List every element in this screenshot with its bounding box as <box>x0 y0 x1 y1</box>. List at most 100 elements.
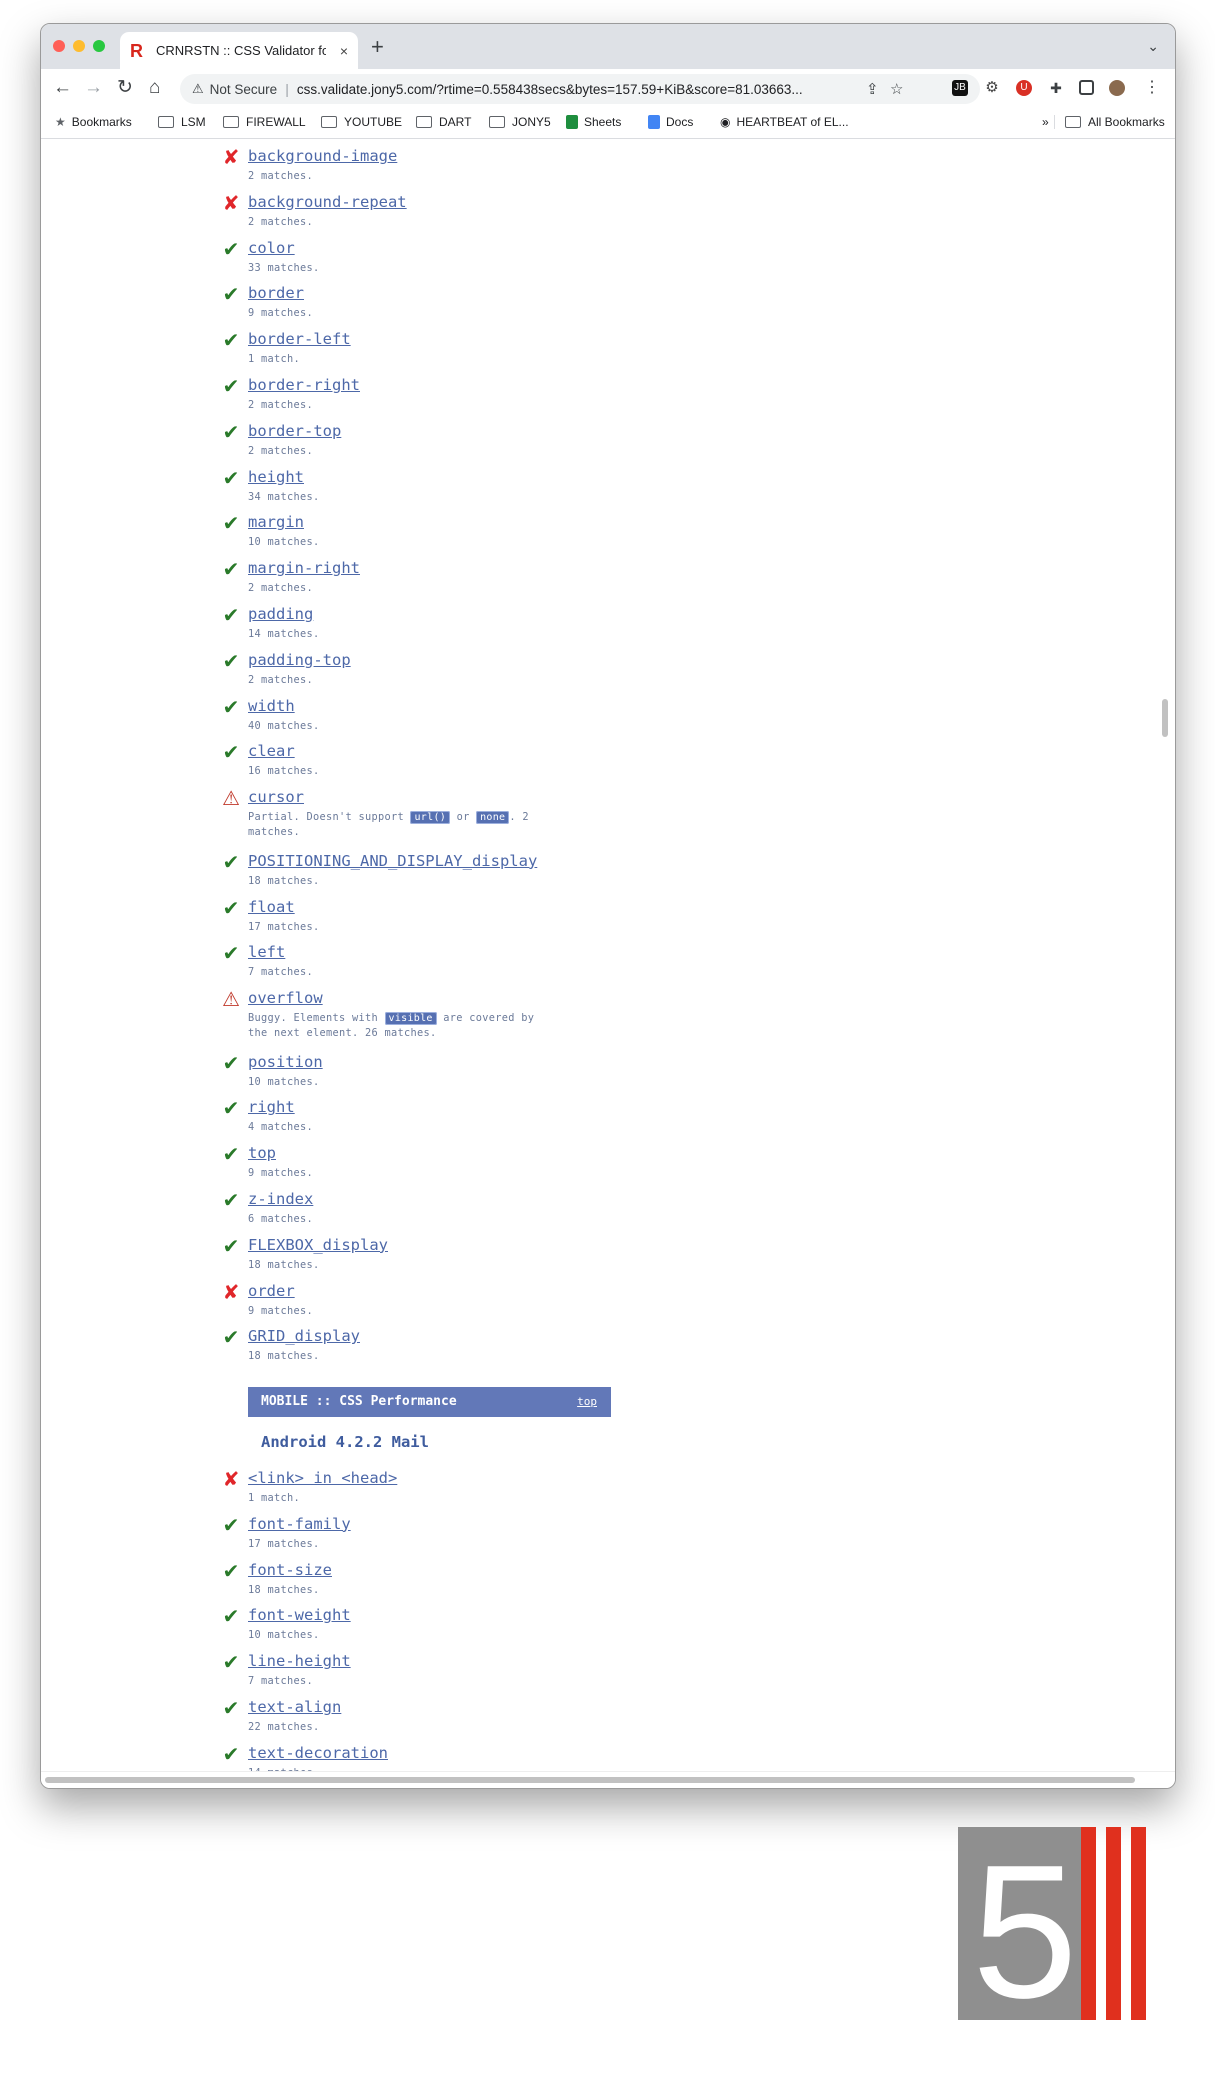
property-link[interactable]: overflow <box>248 989 323 1007</box>
bookmark-jony5[interactable]: JONY5 <box>489 115 551 129</box>
property-link[interactable]: position <box>248 1053 323 1071</box>
pass-check-icon: ✔ <box>222 1558 240 1583</box>
minimize-window-button[interactable] <box>73 40 85 52</box>
new-tab-button[interactable]: + <box>371 34 384 60</box>
property-link[interactable]: width <box>248 697 295 715</box>
fail-x-icon: ✘ <box>222 1467 240 1491</box>
match-count: 22 matches. <box>248 1721 320 1733</box>
back-icon[interactable]: ← <box>53 78 72 98</box>
share-icon[interactable]: ⇪ <box>866 80 879 98</box>
property-link[interactable]: z-index <box>248 1190 313 1208</box>
client-heading: Android 4.2.2 Mail <box>261 1433 429 1451</box>
match-count: 33 matches. <box>248 261 320 274</box>
close-tab-icon[interactable]: × <box>340 43 348 59</box>
match-count: 7 matches. <box>248 966 313 979</box>
property-link[interactable]: background-repeat <box>248 193 407 211</box>
property-link[interactable]: right <box>248 1098 295 1116</box>
property-link[interactable]: border-left <box>248 330 351 348</box>
match-count: 2 matches. <box>248 170 313 182</box>
vertical-scroll-thumb[interactable] <box>1162 699 1168 737</box>
property-link[interactable]: clear <box>248 742 295 760</box>
horizontal-scrollbar[interactable] <box>41 1771 1175 1788</box>
page-content: ✘ background-image 2 matches. ✘ background-r… <box>41 139 1154 1772</box>
folder-icon <box>1065 116 1081 128</box>
property-link[interactable]: FLEXBOX_display <box>248 1236 388 1254</box>
pass-check-icon: ✔ <box>222 1512 240 1537</box>
bookmark-sheets[interactable]: Sheets <box>566 115 621 129</box>
side-panel-icon[interactable] <box>1079 80 1094 95</box>
property-link[interactable]: GRID_display <box>248 1327 360 1345</box>
property-link[interactable]: background-image <box>248 147 397 165</box>
property-link[interactable]: height <box>248 468 304 486</box>
property-link[interactable]: POSITIONING_AND_DISPLAY_display <box>248 852 537 870</box>
property-link[interactable]: margin <box>248 513 304 531</box>
warning-triangle-icon: ⚠ <box>222 987 240 1012</box>
pass-check-icon: ✔ <box>222 328 240 353</box>
zoom-window-button[interactable] <box>93 40 105 52</box>
property-link[interactable]: border-right <box>248 376 360 394</box>
match-count: 18 matches. <box>248 1350 320 1363</box>
gear-extension-icon[interactable]: ⚙ <box>984 80 1000 96</box>
bookmark-label: All Bookmarks <box>1088 115 1165 129</box>
browser-tab[interactable]: R CRNRSTN :: CSS Validator for Email × <box>120 32 358 69</box>
bookmark-lsm[interactable]: LSM <box>158 115 206 129</box>
property-link[interactable]: <link> in <head> <box>248 1469 397 1487</box>
property-link[interactable]: cursor <box>248 788 304 806</box>
property-link[interactable]: float <box>248 898 295 916</box>
property-link[interactable]: margin-right <box>248 559 360 577</box>
property-link[interactable]: font-weight <box>248 1606 351 1624</box>
jb-extension-icon[interactable]: JB <box>952 80 968 96</box>
horizontal-scroll-thumb[interactable] <box>45 1777 1135 1783</box>
property-link[interactable]: line-height <box>248 1652 351 1670</box>
mobile-section-header: MOBILE :: CSS Performance top <box>248 1387 611 1417</box>
property-link[interactable]: color <box>248 239 295 257</box>
bookmark-youtube[interactable]: YOUTUBE <box>321 115 402 129</box>
fail-x-icon: ✘ <box>222 145 240 169</box>
bookmark-firewall[interactable]: FIREWALL <box>223 115 306 129</box>
property-link[interactable]: font-size <box>248 1561 332 1579</box>
match-count: 18 matches. <box>248 1583 320 1596</box>
bookmark-heartbeat[interactable]: ◉ HEARTBEAT of EL... <box>720 115 849 129</box>
extensions-puzzle-icon[interactable]: ✚ <box>1048 80 1064 96</box>
star-icon: ★ <box>55 115 66 129</box>
match-count: 2 matches. <box>248 215 313 228</box>
property-link[interactable]: text-align <box>248 1698 341 1716</box>
forward-icon[interactable]: → <box>84 78 103 98</box>
property-link[interactable]: top <box>248 1144 276 1162</box>
property-link[interactable]: left <box>248 943 285 961</box>
property-link[interactable]: border-top <box>248 422 341 440</box>
property-link[interactable]: padding-top <box>248 651 351 669</box>
reload-icon[interactable]: ↻ <box>117 78 133 98</box>
home-icon[interactable]: ⌂ <box>149 78 160 98</box>
profile-avatar-icon[interactable] <box>1109 80 1125 96</box>
property-link[interactable]: text-decoration <box>248 1744 388 1762</box>
pass-check-icon: ✔ <box>222 1188 240 1212</box>
property-link[interactable]: font-family <box>248 1515 351 1533</box>
match-count: 2 matches. <box>248 582 313 595</box>
bookmark-star-icon[interactable]: ☆ <box>890 80 903 98</box>
bookmark-docs[interactable]: Docs <box>648 115 693 129</box>
tab-title: CRNRSTN :: CSS Validator for Email <box>156 43 326 58</box>
top-link[interactable]: top <box>577 1387 597 1417</box>
warning-icon: ⚠ <box>192 81 204 96</box>
property-link[interactable]: border <box>248 284 304 302</box>
pass-check-icon: ✔ <box>222 1050 240 1075</box>
bookmarks-overflow-button[interactable]: » <box>1042 115 1049 129</box>
match-count: 18 matches. <box>248 1258 320 1271</box>
browser-menu-icon[interactable]: ⋮ <box>1144 78 1160 98</box>
all-bookmarks[interactable]: All Bookmarks <box>1054 115 1165 129</box>
fail-x-icon: ✘ <box>222 190 240 215</box>
tab-search-icon[interactable]: ⌄ <box>1147 38 1159 55</box>
bookmark-label: FIREWALL <box>246 115 306 129</box>
note-text: the next element. 26 matches. <box>248 1027 437 1040</box>
ublock-extension-icon[interactable]: U <box>1016 80 1032 96</box>
logo-bar-2 <box>1106 1827 1121 2020</box>
address-bar[interactable]: ⚠ Not Secure | css.validate.jony5.com/?r… <box>180 74 980 104</box>
property-link[interactable]: order <box>248 1282 295 1300</box>
close-window-button[interactable] <box>53 40 65 52</box>
vertical-scrollbar[interactable] <box>1155 139 1175 1772</box>
bookmark-dart[interactable]: DART <box>416 115 471 129</box>
bookmark-bookmarks[interactable]: ★ Bookmarks <box>55 115 132 129</box>
property-link[interactable]: padding <box>248 605 313 623</box>
url-text[interactable]: css.validate.jony5.com/?rtime=0.558438se… <box>297 82 857 97</box>
